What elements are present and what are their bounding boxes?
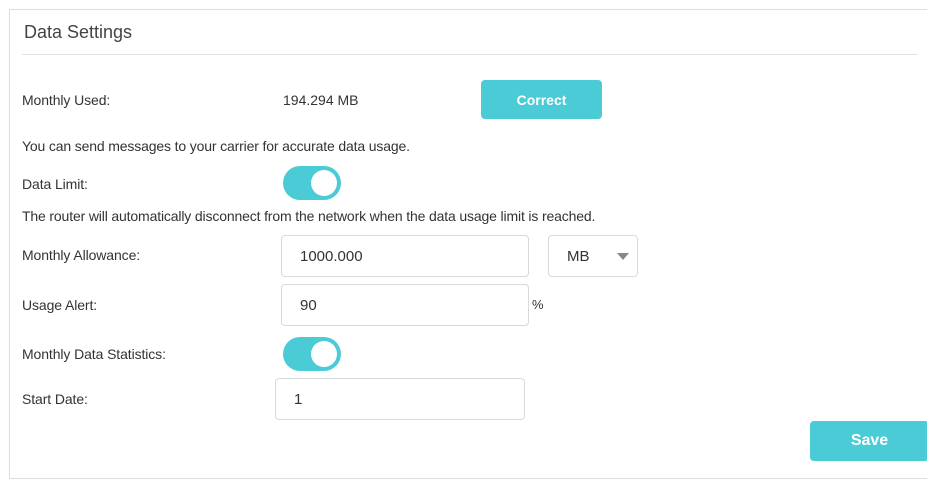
correct-button[interactable]: Correct [481, 80, 602, 119]
usage-alert-unit: % [532, 297, 544, 312]
carrier-info-text: You can send messages to your carrier fo… [22, 138, 410, 154]
usage-alert-input[interactable] [281, 284, 529, 326]
monthly-used-label: Monthly Used: [22, 92, 111, 108]
section-title: Data Settings [24, 22, 133, 42]
allowance-unit-select[interactable]: MB [548, 235, 638, 277]
monthly-allowance-label: Monthly Allowance: [22, 247, 141, 263]
usage-alert-label: Usage Alert: [22, 297, 98, 313]
chevron-down-icon [617, 253, 629, 260]
monthly-used-value: 194.294 MB [283, 92, 359, 108]
toggle-knob [311, 170, 337, 196]
disconnect-info-text: The router will automatically disconnect… [22, 208, 596, 224]
monthly-allowance-input[interactable] [281, 235, 529, 277]
start-date-label: Start Date: [22, 391, 88, 407]
data-limit-label: Data Limit: [22, 176, 88, 192]
save-button[interactable]: Save [810, 421, 927, 461]
toggle-knob [311, 341, 337, 367]
allowance-unit-value: MB [567, 247, 590, 265]
monthly-statistics-toggle[interactable] [283, 337, 341, 371]
data-limit-toggle[interactable] [283, 166, 341, 200]
title-divider [22, 54, 918, 55]
monthly-statistics-label: Monthly Data Statistics: [22, 346, 166, 362]
start-date-input[interactable] [275, 378, 525, 420]
